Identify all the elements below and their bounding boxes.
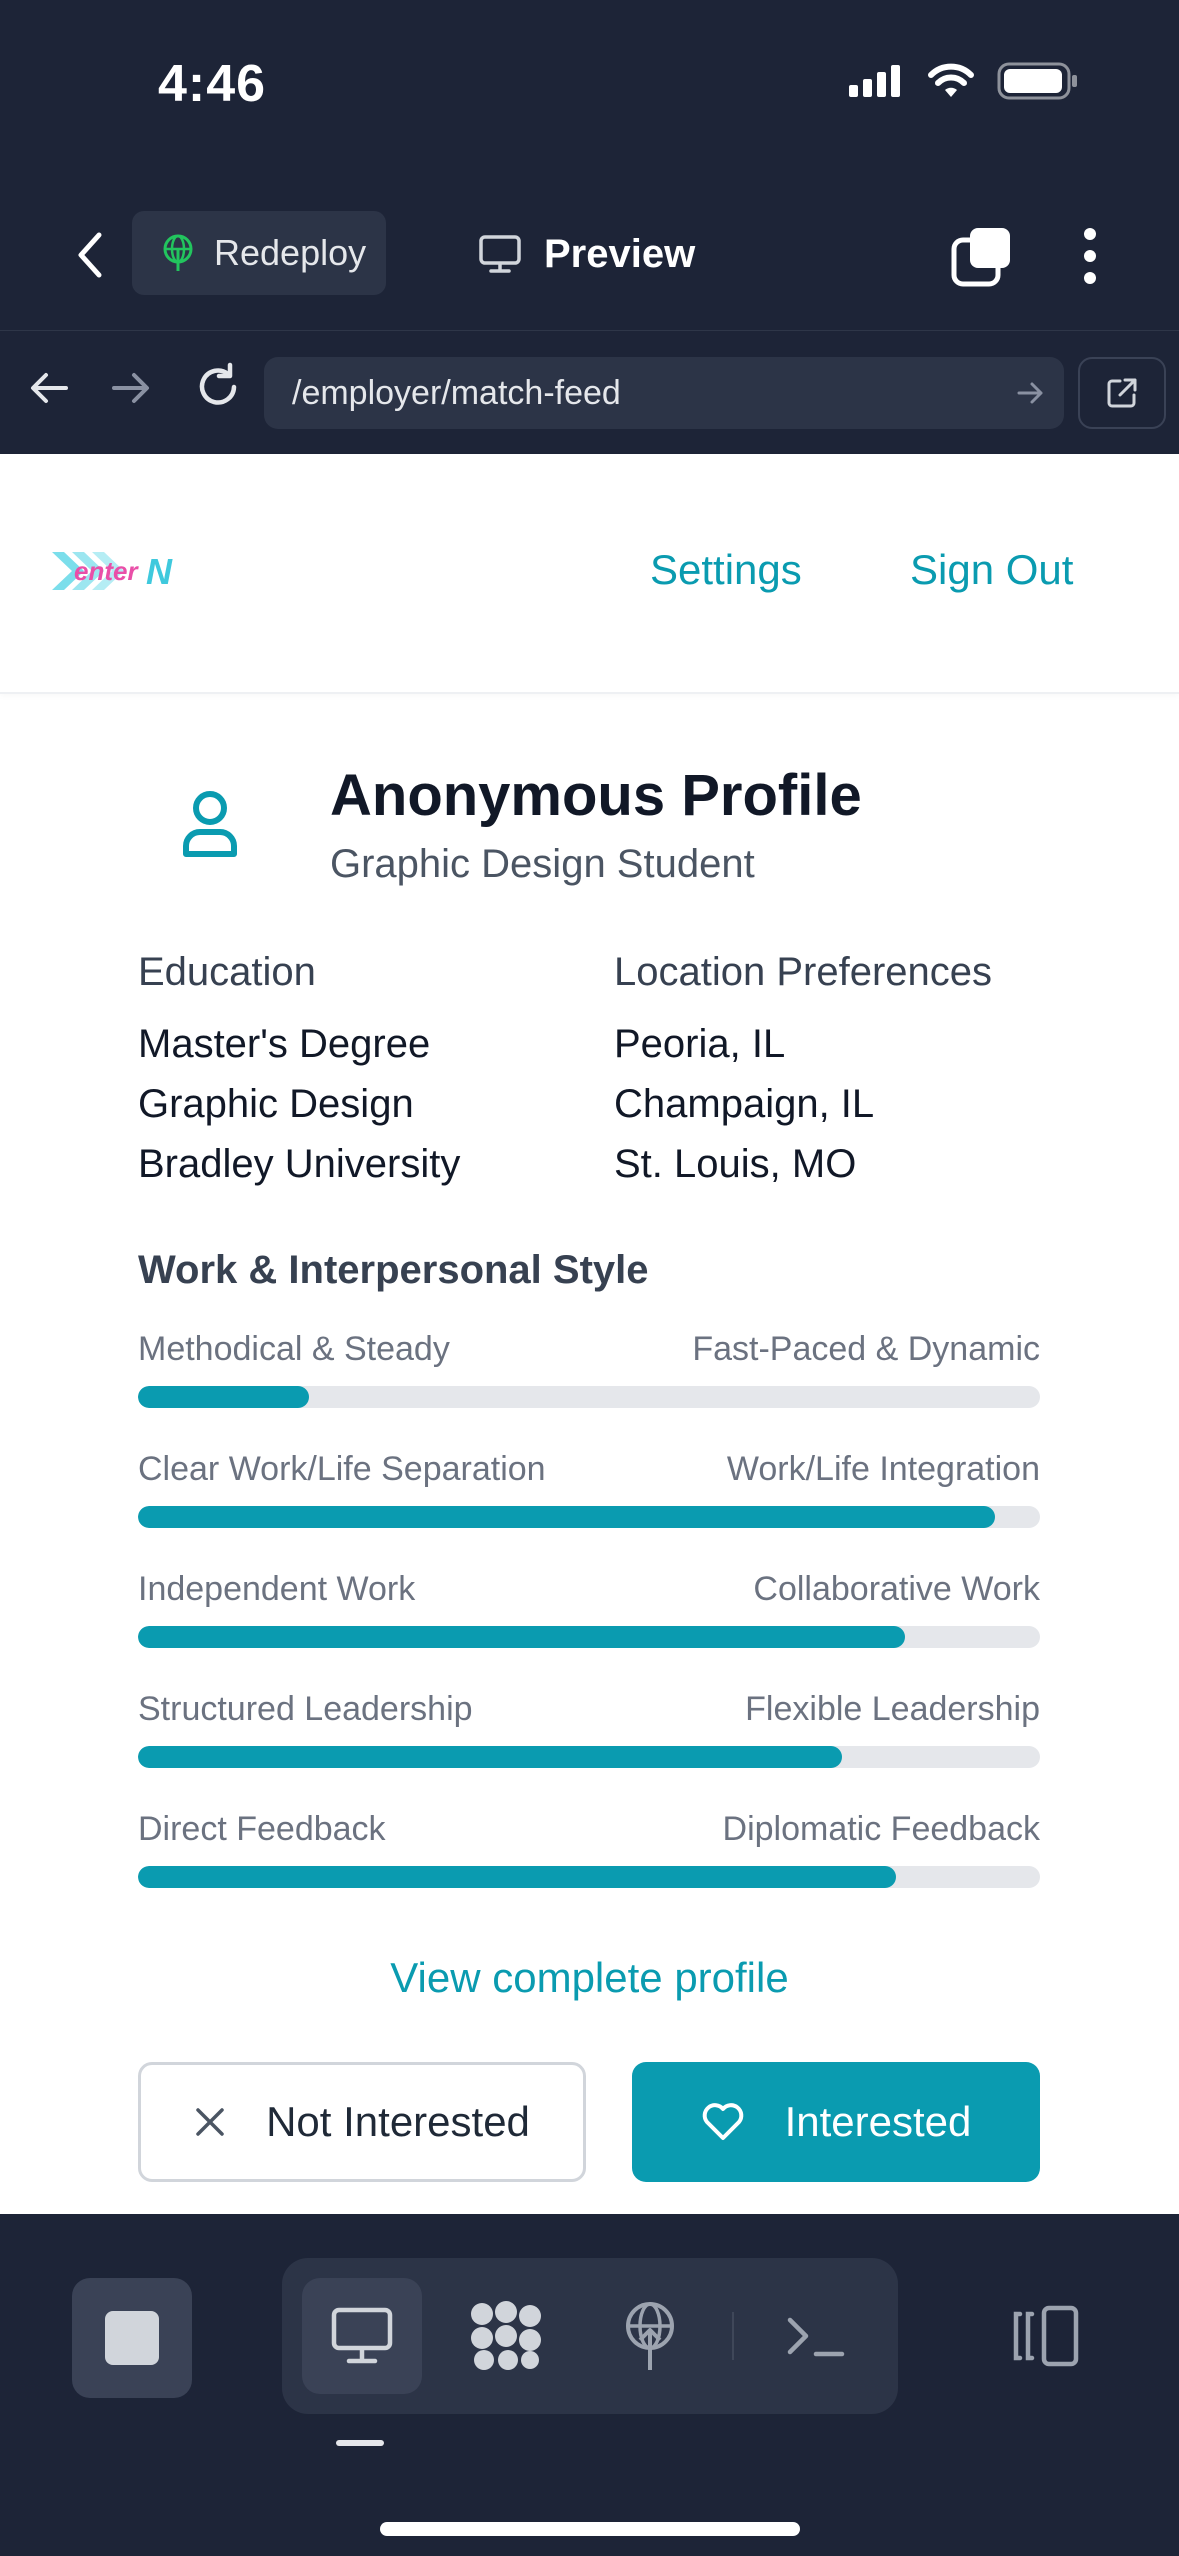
- slider-fill: [138, 1866, 896, 1888]
- agent-tool-button[interactable]: [446, 2278, 566, 2394]
- chevron-left-icon: [78, 232, 102, 278]
- slider-fill: [138, 1746, 842, 1768]
- back-button[interactable]: [60, 225, 120, 285]
- arrow-left-icon[interactable]: [22, 361, 76, 415]
- slider-track: [138, 1866, 1040, 1888]
- slider-track: [138, 1386, 1040, 1408]
- education-degree: Master's Degree: [138, 1022, 431, 1066]
- nav-settings-link[interactable]: Settings: [650, 546, 802, 594]
- slider-right-label: Work/Life Integration: [726, 1450, 1040, 1488]
- url-text: /employer/match-feed: [292, 373, 621, 412]
- nav-sign-out-link[interactable]: Sign Out: [910, 546, 1073, 594]
- more-options-button[interactable]: [1070, 224, 1110, 288]
- url-input[interactable]: /employer/match-feed: [264, 357, 1064, 429]
- tabs-icon: [951, 228, 1010, 287]
- style-slider: Clear Work/Life Separation Work/Life Int…: [138, 1450, 1040, 1530]
- deploy-globe-icon: [163, 234, 193, 271]
- monitor-icon: [479, 235, 521, 273]
- arrow-right-icon[interactable]: [104, 361, 158, 415]
- education-field: Graphic Design: [138, 1082, 414, 1126]
- style-slider: Direct Feedback Diplomatic Feedback: [138, 1810, 1040, 1890]
- slider-fill: [138, 1506, 995, 1528]
- web-page: enter N Settings Sign Out Anonymous Prof…: [0, 454, 1179, 2214]
- location-item: Champaign, IL: [614, 1082, 875, 1126]
- not-interested-button[interactable]: Not Interested: [138, 2062, 586, 2182]
- reload-icon[interactable]: [190, 359, 246, 415]
- slider-left-label: Structured Leadership: [138, 1690, 473, 1728]
- view-complete-profile-link[interactable]: View complete profile: [0, 1954, 1179, 2002]
- wifi-icon: [928, 63, 974, 97]
- slider-left-label: Methodical & Steady: [138, 1330, 450, 1368]
- go-arrow-icon[interactable]: [1014, 377, 1046, 409]
- status-bar: 4:46: [0, 0, 1179, 180]
- preview-label: Preview: [544, 231, 696, 276]
- interested-button[interactable]: Interested: [632, 2062, 1040, 2182]
- slider-left-label: Clear Work/Life Separation: [138, 1450, 546, 1488]
- slider-left-label: Direct Feedback: [138, 1810, 386, 1848]
- enterN-logo[interactable]: enter N: [50, 546, 186, 596]
- monitor-icon: [331, 2307, 393, 2364]
- home-indicator: [380, 2522, 800, 2536]
- slider-fill: [138, 1386, 310, 1408]
- svg-text:N: N: [146, 551, 173, 592]
- education-heading: Education: [138, 950, 316, 994]
- location-heading: Location Preferences: [614, 950, 993, 994]
- style-slider: Methodical & Steady Fast-Paced & Dynamic: [138, 1330, 1040, 1410]
- url-bar: /employer/match-feed: [0, 330, 1179, 454]
- more-dot: [1084, 228, 1096, 240]
- style-slider: Independent Work Collaborative Work: [138, 1570, 1040, 1650]
- slider-fill: [138, 1626, 905, 1648]
- slider-right-label: Fast-Paced & Dynamic: [692, 1330, 1040, 1368]
- redeploy-label: Redeploy: [214, 232, 367, 273]
- slider-track: [138, 1626, 1040, 1648]
- battery-icon: [997, 62, 1077, 100]
- profile-subtitle: Graphic Design Student: [330, 842, 755, 886]
- deploy-globe-icon: [626, 2302, 674, 2370]
- preview-button[interactable]: Preview: [478, 216, 695, 292]
- slider-right-label: Diplomatic Feedback: [722, 1810, 1040, 1848]
- deploy-tool-button[interactable]: [590, 2278, 710, 2394]
- slider-track: [138, 1506, 1040, 1528]
- slider-right-label: Collaborative Work: [753, 1570, 1040, 1608]
- education-school: Bradley University: [138, 1142, 461, 1186]
- app-toolbar: Redeploy Preview: [0, 180, 1179, 330]
- heart-icon: [702, 2103, 743, 2140]
- open-external-button[interactable]: [1078, 357, 1166, 429]
- work-style-heading: Work & Interpersonal Style: [138, 1248, 649, 1292]
- more-dot: [1084, 250, 1096, 262]
- location-item: Peoria, IL: [614, 1022, 786, 1066]
- svg-text:enter: enter: [74, 556, 139, 586]
- stop-button[interactable]: [72, 2278, 192, 2398]
- style-slider: Structured Leadership Flexible Leadershi…: [138, 1690, 1040, 1770]
- bottom-toolbar: [0, 2214, 1179, 2556]
- redeploy-button[interactable]: Redeploy: [132, 211, 386, 295]
- profile-title: Anonymous Profile: [330, 763, 862, 828]
- interested-label: Interested: [784, 2098, 972, 2145]
- panel-toggle-icon[interactable]: [1010, 2300, 1082, 2372]
- slider-track: [138, 1746, 1040, 1768]
- site-header: enter N Settings Sign Out: [0, 454, 1179, 694]
- stop-icon: [105, 2311, 159, 2365]
- not-interested-label: Not Interested: [266, 2098, 530, 2145]
- agent-icon: [471, 2301, 541, 2370]
- more-dot: [1084, 272, 1096, 284]
- preview-tool-button[interactable]: [302, 2278, 422, 2394]
- tabs-button[interactable]: [950, 224, 1014, 288]
- cellular-signal-icon: [849, 65, 900, 97]
- shell-tool-button[interactable]: [756, 2278, 876, 2394]
- external-link-icon: [1107, 378, 1137, 408]
- slider-right-label: Flexible Leadership: [745, 1690, 1040, 1728]
- terminal-icon: [787, 2317, 845, 2357]
- status-time: 4:46: [158, 55, 267, 113]
- close-icon: [196, 2108, 224, 2136]
- tool-switcher: [282, 2258, 898, 2414]
- location-item: St. Louis, MO: [614, 1142, 857, 1186]
- slider-left-label: Independent Work: [138, 1570, 416, 1608]
- tool-divider: [732, 2312, 734, 2360]
- user-icon: [183, 791, 237, 857]
- status-icons: [849, 62, 1079, 100]
- active-tool-indicator: [336, 2440, 384, 2446]
